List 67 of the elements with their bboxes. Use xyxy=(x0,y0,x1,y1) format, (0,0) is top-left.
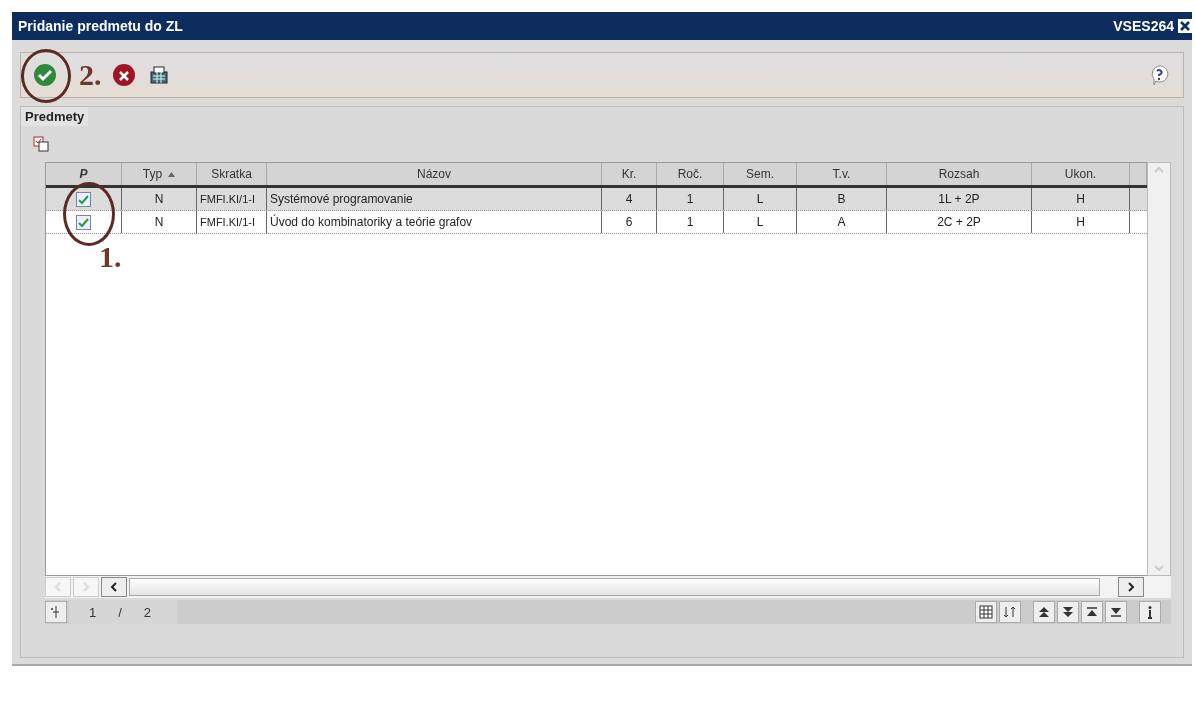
confirm-button[interactable] xyxy=(31,61,59,89)
sort-icon xyxy=(1003,605,1017,619)
annotation-number: 2. xyxy=(79,58,102,92)
column-header[interactable]: Názov xyxy=(267,163,602,185)
cancel-icon xyxy=(111,63,136,87)
panel-title: Predmety xyxy=(21,107,89,126)
table-cell: L xyxy=(724,211,797,233)
scrollbar-thumb[interactable] xyxy=(129,578,1100,596)
annotation-number: 1. xyxy=(99,240,122,274)
table-cell: Úvod do kombinatoriky a teórie grafov xyxy=(267,211,602,233)
first-page-icon xyxy=(1037,605,1051,619)
checkbox[interactable] xyxy=(76,191,91,207)
table-cell: FMFI.KI/1-I xyxy=(197,188,267,210)
transaction-code: VSES264 xyxy=(1113,18,1174,34)
printer-icon xyxy=(147,64,170,86)
table-cell: H xyxy=(1032,188,1130,210)
table-cell: 1 xyxy=(657,188,724,210)
table-cell: 4 xyxy=(602,188,657,210)
table-cell: B xyxy=(797,188,887,210)
annotation-circle xyxy=(63,182,115,246)
last-page-button[interactable] xyxy=(1057,601,1079,623)
table-settings-icon xyxy=(979,605,993,619)
page-count: 2 xyxy=(143,604,152,620)
sort-button[interactable] xyxy=(999,601,1021,623)
table-cell: 1 xyxy=(657,211,724,233)
info-button[interactable] xyxy=(1139,601,1161,623)
table-cell: FMFI.KI/1-I xyxy=(197,211,267,233)
column-header[interactable]: Kr. xyxy=(602,163,657,185)
table-row[interactable]: N FMFI.KI/1-I Systémové programovanie 4 1 L B 1L + 2P H xyxy=(46,188,1147,211)
table-cell: 2C + 2P xyxy=(887,211,1032,233)
page-up-icon xyxy=(1085,605,1099,619)
page-select-button[interactable] xyxy=(45,601,67,623)
page-down-button[interactable] xyxy=(1105,601,1127,623)
annotation-circle xyxy=(21,49,71,103)
first-page-button[interactable] xyxy=(1033,601,1055,623)
column-header[interactable]: P xyxy=(46,163,122,185)
scroll-right-button[interactable] xyxy=(1118,577,1144,597)
column-header[interactable]: Ukon. xyxy=(1032,163,1130,185)
column-header[interactable]: Rozsah xyxy=(887,163,1032,185)
table-cell: Systémové programovanie xyxy=(267,188,602,210)
table-cell: N xyxy=(122,211,197,233)
window-title: Pridanie predmetu do ZL xyxy=(18,18,183,34)
column-header[interactable]: Sem. xyxy=(724,163,797,185)
check-icon xyxy=(33,63,57,87)
column-header[interactable]: T.v. xyxy=(797,163,887,185)
scroll-left-button[interactable] xyxy=(101,577,127,597)
column-header[interactable]: Typ xyxy=(122,163,197,185)
table-cell: 6 xyxy=(602,211,657,233)
last-page-icon xyxy=(1061,605,1075,619)
table-settings-button[interactable] xyxy=(975,601,997,623)
column-header[interactable]: Roč. xyxy=(657,163,724,185)
table-cell: H xyxy=(1032,211,1130,233)
table-cell: 1L + 2P xyxy=(887,188,1032,210)
table-cell: A xyxy=(797,211,887,233)
page-up-button[interactable] xyxy=(1081,601,1103,623)
table-cell: L xyxy=(724,188,797,210)
checkbox[interactable] xyxy=(76,214,91,230)
close-button[interactable] xyxy=(1178,19,1192,33)
page-separator: / xyxy=(118,604,122,620)
page-down-icon xyxy=(1109,605,1123,619)
table-cell: N xyxy=(122,188,197,210)
column-header[interactable]: Skratka xyxy=(197,163,267,185)
select-all-icon[interactable] xyxy=(33,136,49,152)
page-number: 1 xyxy=(89,604,97,620)
close-icon xyxy=(1179,20,1191,32)
column-label: Typ xyxy=(142,167,163,181)
table-row[interactable]: N FMFI.KI/1-I Úvod do kombinatoriky a teórie grafov 6 1 L A 2C + 2P H xyxy=(46,211,1147,234)
